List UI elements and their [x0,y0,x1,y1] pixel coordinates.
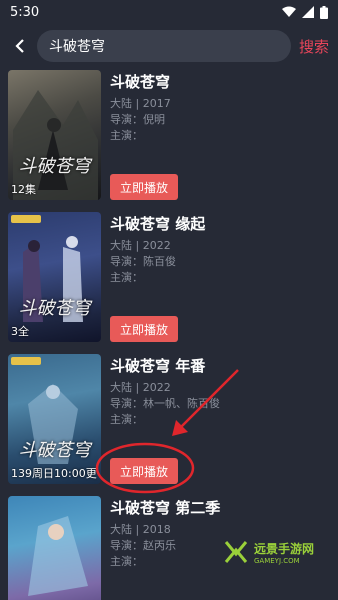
battery-icon [320,5,328,19]
item-cast: 主演： [110,271,143,284]
watermark-url: GAMEYJ.COM [254,556,300,565]
item-region-year: 大陆 | 2022 [110,239,171,252]
item-director: 导演：倪明 [110,113,165,126]
back-button[interactable] [3,29,37,63]
episode-badge: 12集 [11,183,36,196]
item-title[interactable]: 斗破苍穹 [110,72,330,92]
item-cast: 主演： [110,129,143,142]
item-info: 斗破苍穹 缘起 大陆 | 2022 导演：陈百俊 主演： [110,214,330,286]
item-title[interactable]: 斗破苍穹 年番 [110,356,330,376]
chevron-left-icon [15,39,24,53]
search-query: 斗破苍穹 [49,39,105,55]
poster-image[interactable]: 斗破苍穹 139周日10:00更 [8,354,101,484]
item-info: 斗破苍穹 大陆 | 2017 导演：倪明 主演： [110,72,330,144]
play-now-button[interactable]: 立即播放 [110,316,178,342]
poster-image[interactable] [8,496,101,600]
signal-icon [302,6,314,18]
watermark-name: 远景手游网 [254,541,315,556]
item-title[interactable]: 斗破苍穹 第二季 [110,498,330,518]
list-item[interactable]: 斗破苍穹 139周日10:00更 斗破苍穹 年番 大陆 | 2022 导演：林一… [0,354,338,486]
status-bar: 5:30 [0,0,338,24]
poster-logo: 斗破苍穹 [18,156,91,177]
play-now-button[interactable]: 立即播放 [110,458,178,484]
episode-badge: 139周日10:00更 [11,467,97,480]
watermark-logo-icon [224,541,248,563]
item-cast: 主演： [110,413,143,426]
search-header: 斗破苍穹 搜索 [0,28,338,64]
watermark: 远景手游网 GAMEYJ.COM [222,532,338,572]
wifi-icon [282,6,296,17]
item-director: 导演：陈百俊 [110,255,176,268]
list-item[interactable]: 斗破苍穹 12集 斗破苍穹 大陆 | 2017 导演：倪明 主演： 立即播放 [0,70,338,202]
status-time: 5:30 [10,4,40,20]
item-region-year: 大陆 | 2017 [110,97,171,110]
item-info: 斗破苍穹 年番 大陆 | 2022 导演：林一帆、陈百俊 主演： [110,356,330,428]
search-input[interactable]: 斗破苍穹 [37,30,291,62]
item-region-year: 大陆 | 2022 [110,381,171,394]
poster-image[interactable]: 斗破苍穹 3全 [8,212,101,342]
search-button[interactable]: 搜索 [299,36,329,57]
poster-artwork [28,516,88,596]
poster-logo: 斗破苍穹 [18,298,91,319]
item-director: 导演：林一帆、陈百俊 [110,397,220,410]
episode-badge: 3全 [11,325,29,338]
item-title[interactable]: 斗破苍穹 缘起 [110,214,330,234]
list-item[interactable]: 斗破苍穹 3全 斗破苍穹 缘起 大陆 | 2022 导演：陈百俊 主演： 立即播… [0,212,338,344]
play-now-button[interactable]: 立即播放 [110,174,178,200]
poster-image[interactable]: 斗破苍穹 12集 [8,70,101,200]
status-icons [282,5,328,19]
poster-logo: 斗破苍穹 [18,440,91,461]
